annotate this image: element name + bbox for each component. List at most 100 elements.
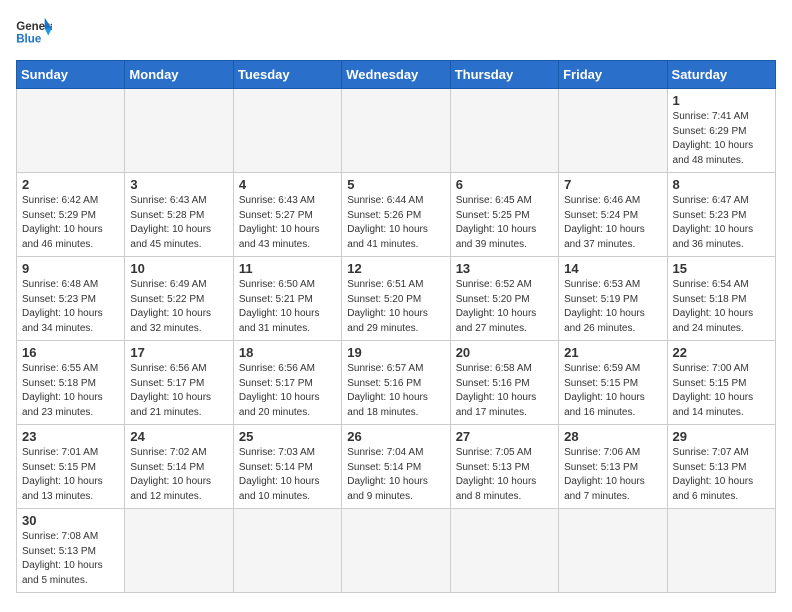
- day-number: 29: [673, 429, 770, 444]
- day-number: 19: [347, 345, 444, 360]
- calendar-cell: 25 Sunrise: 7:03 AM Sunset: 5:14 PM Dayli…: [233, 425, 341, 509]
- calendar-cell: 22 Sunrise: 7:00 AM Sunset: 5:15 PM Dayli…: [667, 341, 775, 425]
- calendar-cell: 14 Sunrise: 6:53 AM Sunset: 5:19 PM Dayli…: [559, 257, 667, 341]
- day-number: 17: [130, 345, 227, 360]
- calendar-cell: [450, 89, 558, 173]
- day-number: 21: [564, 345, 661, 360]
- svg-text:Blue: Blue: [16, 34, 42, 46]
- week-row-0: 1Sunrise: 7:41 AM Sunset: 6:29 PM Daylig…: [17, 89, 776, 173]
- weekday-header-row: SundayMondayTuesdayWednesdayThursdayFrid…: [17, 61, 776, 89]
- calendar-cell: 1Sunrise: 7:41 AM Sunset: 6:29 PM Daylig…: [667, 89, 775, 173]
- calendar-cell: 18 Sunrise: 6:56 AM Sunset: 5:17 PM Dayli…: [233, 341, 341, 425]
- weekday-header-friday: Friday: [559, 61, 667, 89]
- logo-icon: General Blue: [16, 16, 52, 48]
- day-info: Sunrise: 7:01 AM Sunset: 5:15 PM Dayligh…: [22, 446, 119, 504]
- calendar-cell: 24 Sunrise: 7:02 AM Sunset: 5:14 PM Dayli…: [125, 425, 233, 509]
- day-number: 4: [239, 177, 336, 192]
- calendar-cell: 2 Sunrise: 6:42 AM Sunset: 5:29 PM Daylig…: [17, 173, 125, 257]
- weekday-header-wednesday: Wednesday: [342, 61, 450, 89]
- day-info: Sunrise: 6:44 AM Sunset: 5:26 PM Dayligh…: [347, 194, 444, 252]
- day-info: Sunrise: 6:57 AM Sunset: 5:16 PM Dayligh…: [347, 362, 444, 420]
- day-info: Sunrise: 6:52 AM Sunset: 5:20 PM Dayligh…: [456, 278, 553, 336]
- calendar-cell: 30Sunrise: 7:08 AM Sunset: 5:13 PM Dayli…: [17, 509, 125, 593]
- day-number: 30: [22, 513, 119, 528]
- calendar-cell: 16 Sunrise: 6:55 AM Sunset: 5:18 PM Dayli…: [17, 341, 125, 425]
- day-info: Sunrise: 6:50 AM Sunset: 5:21 PM Dayligh…: [239, 278, 336, 336]
- day-number: 22: [673, 345, 770, 360]
- calendar-cell: [233, 89, 341, 173]
- day-info: Sunrise: 7:03 AM Sunset: 5:14 PM Dayligh…: [239, 446, 336, 504]
- day-info: Sunrise: 6:55 AM Sunset: 5:18 PM Dayligh…: [22, 362, 119, 420]
- day-number: 2: [22, 177, 119, 192]
- calendar-cell: 21 Sunrise: 6:59 AM Sunset: 5:15 PM Dayli…: [559, 341, 667, 425]
- day-number: 27: [456, 429, 553, 444]
- calendar-cell: [342, 509, 450, 593]
- week-row-1: 2 Sunrise: 6:42 AM Sunset: 5:29 PM Daylig…: [17, 173, 776, 257]
- day-info: Sunrise: 7:02 AM Sunset: 5:14 PM Dayligh…: [130, 446, 227, 504]
- calendar-cell: 11 Sunrise: 6:50 AM Sunset: 5:21 PM Dayli…: [233, 257, 341, 341]
- calendar-cell: 6Sunrise: 6:45 AM Sunset: 5:25 PM Daylig…: [450, 173, 558, 257]
- day-number: 12: [347, 261, 444, 276]
- day-number: 28: [564, 429, 661, 444]
- day-number: 25: [239, 429, 336, 444]
- day-number: 11: [239, 261, 336, 276]
- day-info: Sunrise: 7:05 AM Sunset: 5:13 PM Dayligh…: [456, 446, 553, 504]
- calendar-cell: [559, 509, 667, 593]
- day-info: Sunrise: 7:06 AM Sunset: 5:13 PM Dayligh…: [564, 446, 661, 504]
- day-number: 24: [130, 429, 227, 444]
- calendar-cell: 20 Sunrise: 6:58 AM Sunset: 5:16 PM Dayli…: [450, 341, 558, 425]
- calendar-cell: [125, 509, 233, 593]
- day-info: Sunrise: 6:53 AM Sunset: 5:19 PM Dayligh…: [564, 278, 661, 336]
- calendar-cell: 15 Sunrise: 6:54 AM Sunset: 5:18 PM Dayli…: [667, 257, 775, 341]
- calendar-cell: [559, 89, 667, 173]
- calendar-cell: 23 Sunrise: 7:01 AM Sunset: 5:15 PM Dayli…: [17, 425, 125, 509]
- day-number: 20: [456, 345, 553, 360]
- week-row-4: 23 Sunrise: 7:01 AM Sunset: 5:15 PM Dayli…: [17, 425, 776, 509]
- day-info: Sunrise: 7:00 AM Sunset: 5:15 PM Dayligh…: [673, 362, 770, 420]
- calendar-table: SundayMondayTuesdayWednesdayThursdayFrid…: [16, 60, 776, 593]
- day-number: 8: [673, 177, 770, 192]
- day-info: Sunrise: 6:59 AM Sunset: 5:15 PM Dayligh…: [564, 362, 661, 420]
- day-number: 3: [130, 177, 227, 192]
- day-info: Sunrise: 6:48 AM Sunset: 5:23 PM Dayligh…: [22, 278, 119, 336]
- calendar-cell: 5Sunrise: 6:44 AM Sunset: 5:26 PM Daylig…: [342, 173, 450, 257]
- calendar-cell: 13 Sunrise: 6:52 AM Sunset: 5:20 PM Dayli…: [450, 257, 558, 341]
- day-number: 14: [564, 261, 661, 276]
- day-info: Sunrise: 6:46 AM Sunset: 5:24 PM Dayligh…: [564, 194, 661, 252]
- week-row-2: 9Sunrise: 6:48 AM Sunset: 5:23 PM Daylig…: [17, 257, 776, 341]
- week-row-5: 30Sunrise: 7:08 AM Sunset: 5:13 PM Dayli…: [17, 509, 776, 593]
- day-number: 16: [22, 345, 119, 360]
- weekday-header-thursday: Thursday: [450, 61, 558, 89]
- day-number: 18: [239, 345, 336, 360]
- week-row-3: 16 Sunrise: 6:55 AM Sunset: 5:18 PM Dayli…: [17, 341, 776, 425]
- day-number: 1: [673, 93, 770, 108]
- day-info: Sunrise: 6:58 AM Sunset: 5:16 PM Dayligh…: [456, 362, 553, 420]
- calendar-cell: [342, 89, 450, 173]
- day-info: Sunrise: 7:04 AM Sunset: 5:14 PM Dayligh…: [347, 446, 444, 504]
- day-number: 23: [22, 429, 119, 444]
- day-info: Sunrise: 6:47 AM Sunset: 5:23 PM Dayligh…: [673, 194, 770, 252]
- calendar-cell: 12 Sunrise: 6:51 AM Sunset: 5:20 PM Dayli…: [342, 257, 450, 341]
- day-number: 10: [130, 261, 227, 276]
- day-info: Sunrise: 7:07 AM Sunset: 5:13 PM Dayligh…: [673, 446, 770, 504]
- calendar-cell: [450, 509, 558, 593]
- logo: General Blue: [16, 16, 52, 48]
- calendar-cell: [17, 89, 125, 173]
- calendar-cell: 17 Sunrise: 6:56 AM Sunset: 5:17 PM Dayli…: [125, 341, 233, 425]
- page-header: General Blue: [16, 16, 776, 48]
- day-info: Sunrise: 6:42 AM Sunset: 5:29 PM Dayligh…: [22, 194, 119, 252]
- weekday-header-sunday: Sunday: [17, 61, 125, 89]
- calendar-cell: [125, 89, 233, 173]
- calendar-cell: 27 Sunrise: 7:05 AM Sunset: 5:13 PM Dayli…: [450, 425, 558, 509]
- day-number: 26: [347, 429, 444, 444]
- day-info: Sunrise: 6:56 AM Sunset: 5:17 PM Dayligh…: [130, 362, 227, 420]
- day-info: Sunrise: 6:43 AM Sunset: 5:28 PM Dayligh…: [130, 194, 227, 252]
- day-number: 13: [456, 261, 553, 276]
- weekday-header-saturday: Saturday: [667, 61, 775, 89]
- calendar-cell: 9Sunrise: 6:48 AM Sunset: 5:23 PM Daylig…: [17, 257, 125, 341]
- day-info: Sunrise: 6:54 AM Sunset: 5:18 PM Dayligh…: [673, 278, 770, 336]
- day-number: 15: [673, 261, 770, 276]
- day-info: Sunrise: 6:56 AM Sunset: 5:17 PM Dayligh…: [239, 362, 336, 420]
- day-number: 7: [564, 177, 661, 192]
- day-info: Sunrise: 6:51 AM Sunset: 5:20 PM Dayligh…: [347, 278, 444, 336]
